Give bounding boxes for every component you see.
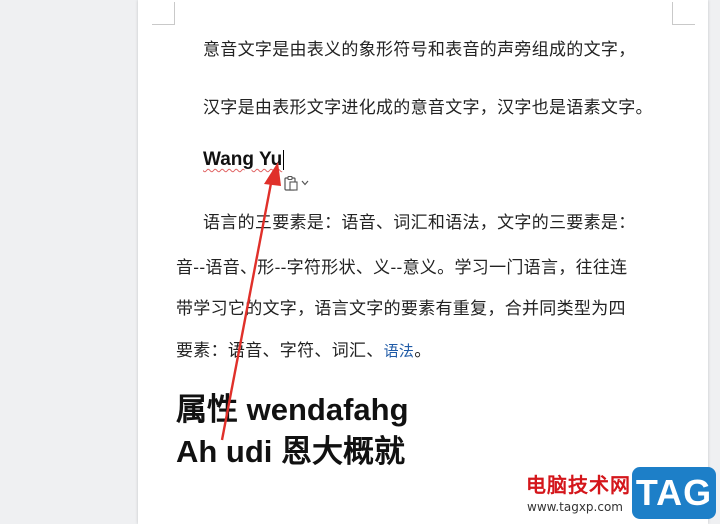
watermark-url: www.tagxp.com (527, 500, 623, 514)
page-corner-mark (152, 2, 175, 25)
watermark-logo: TAG (632, 467, 716, 519)
paragraph-text: 要素：语音、字符、词汇、 (176, 341, 384, 361)
paragraph-line: 要素：语音、字符、词汇、语法。 (176, 336, 432, 361)
chevron-down-icon (301, 180, 309, 186)
paragraph-line: 音--语音、形--字符形状、义--意义。学习一门语言，往往连 (176, 258, 628, 278)
paragraph-line: 带学习它的文字，语言文字的要素有重复，合并同类型为四 (176, 299, 626, 319)
large-bold-line: 属性 wendafahg (176, 384, 409, 429)
paste-options-button[interactable] (283, 174, 313, 192)
clipboard-icon (284, 175, 298, 191)
page-corner-mark (672, 2, 695, 25)
large-bold-line: Ah udi 恩大概就 (176, 426, 405, 471)
large-bold-text: Ah udi 恩大概就 (176, 434, 406, 469)
large-bold-text: 属性 wendafahg (176, 392, 409, 427)
paragraph-line: 汉字是由表形文字进化成的意音文字，汉字也是语素文字。 (203, 98, 653, 118)
paragraph-text: 。 (414, 341, 432, 361)
paragraph-line: 意音文字是由表义的象形符号和表音的声旁组成的文字， (203, 40, 636, 60)
text-cursor (283, 150, 284, 170)
pasted-heading: Wang Yu (203, 149, 283, 170)
link-word[interactable]: 语法 (384, 343, 415, 360)
paragraph-line: 语言的三要素是：语音、词汇和语法，文字的三要素是： (203, 213, 636, 233)
watermark-text: 电脑技术网 (526, 473, 631, 497)
